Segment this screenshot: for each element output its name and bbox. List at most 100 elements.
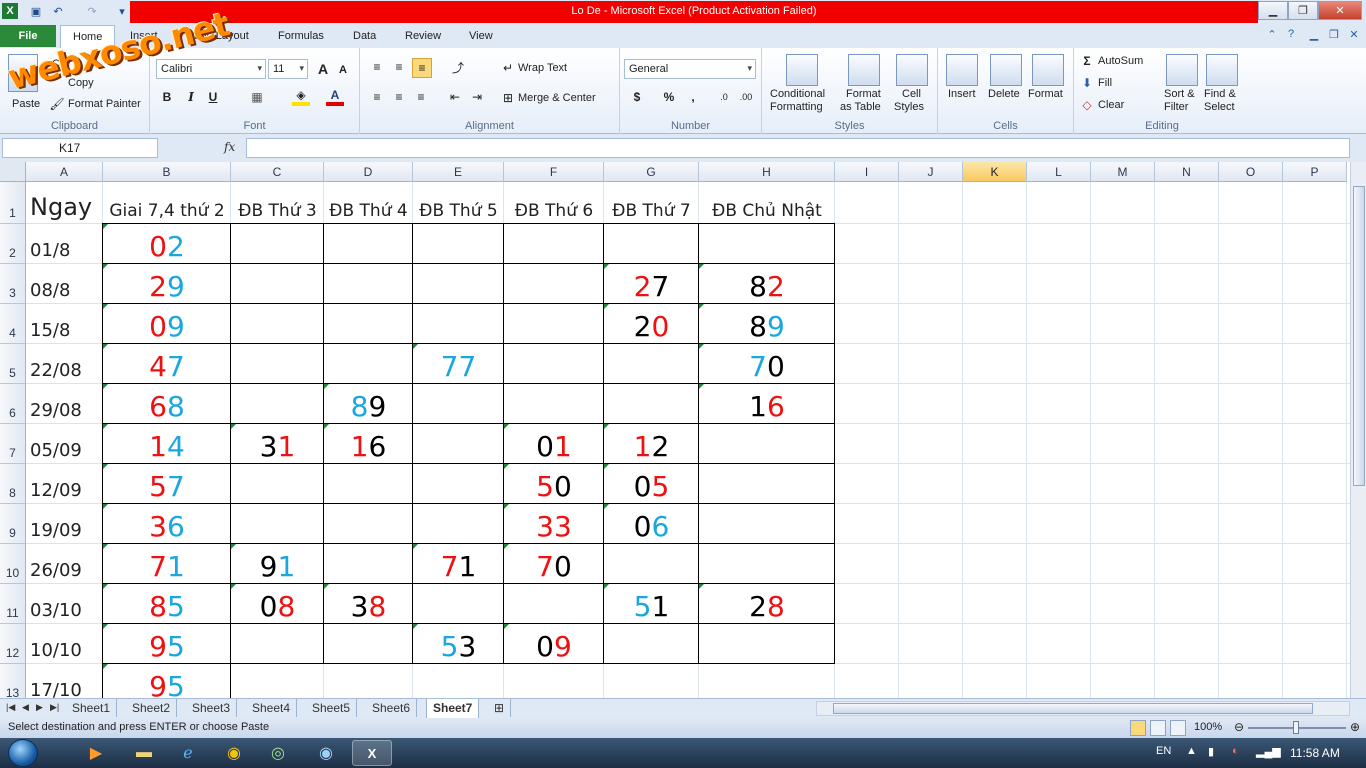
- number-cell[interactable]: 38: [324, 584, 413, 624]
- table-cell[interactable]: [230, 343, 324, 384]
- number-cell[interactable]: 16: [699, 384, 835, 424]
- column-header-d[interactable]: D: [324, 162, 413, 182]
- row-header-12[interactable]: 12: [0, 624, 26, 664]
- number-cell[interactable]: 28: [699, 584, 835, 624]
- language-indicator[interactable]: EN: [1156, 745, 1171, 757]
- workbook-minimize-icon[interactable]: ▁: [1306, 28, 1322, 44]
- table-cell[interactable]: [698, 503, 835, 544]
- page-break-view-button[interactable]: [1170, 720, 1186, 736]
- table-cell[interactable]: [698, 223, 835, 264]
- zoom-level[interactable]: 100%: [1194, 721, 1222, 733]
- table-cell[interactable]: [412, 423, 504, 464]
- number-cell[interactable]: 53: [413, 624, 504, 664]
- table-cell[interactable]: [230, 223, 324, 264]
- column-header-f[interactable]: F: [504, 162, 604, 182]
- table-cell[interactable]: [603, 543, 699, 584]
- tab-formulas[interactable]: Formulas: [278, 30, 324, 42]
- tab-view[interactable]: View: [469, 30, 493, 42]
- table-cell[interactable]: [503, 223, 604, 264]
- signal-icon[interactable]: ▂▄▆: [1256, 745, 1281, 758]
- row-header-13[interactable]: 13: [0, 664, 26, 698]
- table-cell[interactable]: [230, 503, 324, 544]
- number-cell[interactable]: 50: [504, 464, 604, 504]
- table-cell[interactable]: [412, 503, 504, 544]
- conditional-formatting-icon[interactable]: [786, 54, 818, 86]
- table-cell[interactable]: [603, 223, 699, 264]
- table-cell[interactable]: [603, 343, 699, 384]
- zoom-out-icon[interactable]: ⊖: [1232, 720, 1246, 734]
- italic-button[interactable]: I: [182, 88, 200, 106]
- number-format-combo[interactable]: General: [624, 59, 756, 79]
- table-cell[interactable]: [603, 623, 699, 664]
- media-player-icon[interactable]: ▶: [76, 740, 116, 766]
- copy-button[interactable]: Copy: [68, 77, 94, 89]
- paste-icon[interactable]: [8, 54, 38, 92]
- column-header-a[interactable]: A: [26, 162, 103, 182]
- column-header-p[interactable]: P: [1283, 162, 1347, 182]
- align-top-icon[interactable]: ≡: [368, 58, 386, 76]
- row-header-2[interactable]: 2: [0, 224, 26, 264]
- start-button[interactable]: [8, 739, 38, 767]
- number-cell[interactable]: 09: [504, 624, 604, 664]
- number-cell[interactable]: 70: [699, 344, 835, 384]
- align-center-icon[interactable]: ≡: [390, 88, 408, 106]
- page-layout-view-button[interactable]: [1150, 720, 1166, 736]
- column-header-e[interactable]: E: [413, 162, 504, 182]
- internet-explorer-icon[interactable]: ℯ: [168, 740, 208, 766]
- tab-review[interactable]: Review: [405, 30, 441, 42]
- number-cell[interactable]: 95: [103, 624, 231, 664]
- first-sheet-icon[interactable]: |◀: [6, 702, 15, 713]
- table-cell[interactable]: [412, 223, 504, 264]
- wrap-text-button[interactable]: Wrap Text: [518, 62, 567, 74]
- autosum-button[interactable]: AutoSum: [1098, 55, 1143, 67]
- number-cell[interactable]: 12: [604, 424, 699, 464]
- date-cell[interactable]: 17/10: [26, 664, 103, 698]
- sheet-tab-sheet4[interactable]: Sheet4: [246, 699, 298, 717]
- last-sheet-icon[interactable]: ▶|: [50, 702, 59, 713]
- date-cell[interactable]: 05/09: [26, 424, 103, 464]
- number-cell[interactable]: 91: [231, 544, 324, 584]
- number-cell[interactable]: 06: [604, 504, 699, 544]
- table-cell[interactable]: [323, 503, 413, 544]
- merge-center-button[interactable]: Merge & Center: [518, 92, 596, 104]
- number-cell[interactable]: 14: [103, 424, 231, 464]
- column-header-c[interactable]: C: [231, 162, 324, 182]
- row-header-1[interactable]: 1: [0, 182, 26, 224]
- table-cell[interactable]: [698, 463, 835, 504]
- underline-button[interactable]: U: [204, 88, 222, 106]
- align-left-icon[interactable]: ≡: [368, 88, 386, 106]
- table-cell[interactable]: [503, 383, 604, 424]
- date-cell[interactable]: 08/8: [26, 264, 103, 304]
- cell-styles-icon[interactable]: [896, 54, 928, 86]
- app-icon[interactable]: ◎: [258, 740, 298, 766]
- row-header-7[interactable]: 7: [0, 424, 26, 464]
- orientation-icon[interactable]: ⤴: [448, 58, 468, 76]
- table-cell[interactable]: [503, 343, 604, 384]
- decrease-decimal-icon[interactable]: .00: [736, 88, 756, 106]
- font-size-combo[interactable]: 11: [268, 59, 308, 79]
- table-cell[interactable]: [698, 623, 835, 664]
- tab-page-layout[interactable]: Page Layout: [187, 30, 249, 42]
- normal-view-button[interactable]: [1130, 720, 1146, 736]
- table-cell[interactable]: [323, 343, 413, 384]
- table-cell[interactable]: [412, 583, 504, 624]
- workbook-restore-icon[interactable]: ❐: [1326, 28, 1342, 44]
- format-cells-button[interactable]: Format: [1028, 88, 1063, 100]
- save-icon[interactable]: ▣: [28, 3, 44, 19]
- percent-button[interactable]: %: [660, 88, 678, 106]
- align-bottom-icon[interactable]: ≡: [412, 58, 432, 78]
- sheet-tab-sheet5[interactable]: Sheet5: [306, 699, 358, 717]
- borders-icon[interactable]: ▦: [248, 88, 266, 106]
- undo-icon[interactable]: ↶: [50, 3, 66, 19]
- delete-cells-icon[interactable]: [990, 54, 1022, 86]
- formula-input[interactable]: [246, 138, 1350, 158]
- date-cell[interactable]: 01/8: [26, 224, 103, 264]
- bold-button[interactable]: B: [158, 88, 176, 106]
- date-cell[interactable]: 22/08: [26, 344, 103, 384]
- font-color-icon[interactable]: A: [326, 88, 344, 106]
- date-cell[interactable]: 19/09: [26, 504, 103, 544]
- minimize-button[interactable]: ▁: [1258, 1, 1288, 20]
- table-cell[interactable]: [412, 463, 504, 504]
- tab-home[interactable]: Home: [60, 25, 116, 48]
- column-header-h[interactable]: H: [699, 162, 835, 182]
